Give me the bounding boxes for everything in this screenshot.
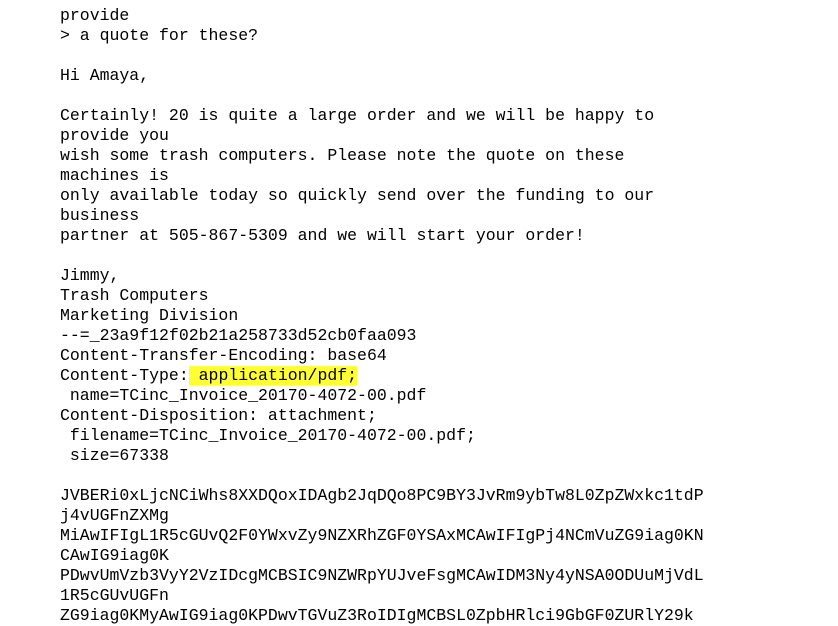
reply-line: provide: [60, 6, 130, 25]
mime-header-line: [60, 466, 830, 486]
reply-line: only available today so quickly send ove…: [60, 186, 655, 205]
signature-line: Trash Computers: [60, 286, 209, 305]
content-type-highlight: application/pdf;: [188, 366, 358, 385]
content-type-label: Content-Type:: [60, 366, 189, 385]
mime-header-line: Content-Transfer-Encoding: base64: [60, 346, 387, 365]
mime-boundary: --=_23a9f12f02b21a258733d52cb0faa093: [60, 326, 417, 345]
reply-line: > a quote for these?: [60, 26, 259, 45]
reply-line: provide you: [60, 126, 169, 145]
reply-line: [60, 246, 830, 266]
signature-line: Jimmy,: [60, 266, 120, 285]
reply-line: partner at 505-867-5309 and we will star…: [60, 226, 585, 245]
base64-line: CAwIG9iag0K: [60, 546, 169, 565]
mime-header-line: name=TCinc_Invoice_20170-4072-00.pdf: [60, 386, 427, 405]
base64-line: PDwvUmVzb3VyY2VzIDcgMCBSIC9NZWRpYUJveFsg…: [60, 566, 704, 585]
base64-line: JVBERi0xLjcNCiWhs8XXDQoxIDAgb2JqDQo8PC9B…: [60, 486, 704, 505]
base64-line: ZG9iag0KMyAwIG9iag0KPDwvTGVuZ3RoIDIgMCBS…: [60, 606, 694, 625]
reply-line: [60, 86, 830, 106]
mime-header-line: size=67338: [60, 446, 169, 465]
mime-header-line: filename=TCinc_Invoice_20170-4072-00.pdf…: [60, 426, 476, 445]
content-type-header: Content-Type: application/pdf;: [60, 366, 830, 386]
reply-line: [60, 46, 830, 66]
email-source-view: provide > a quote for these? Hi Amaya, C…: [60, 6, 830, 626]
reply-line: machines is: [60, 166, 169, 185]
base64-line: MiAwIFIgL1R5cGUvQ2F0YWxvZy9NZXRhZGF0YSAx…: [60, 526, 704, 545]
base64-line: j4vUGFnZXMg: [60, 506, 169, 525]
reply-line: Certainly! 20 is quite a large order and…: [60, 106, 655, 125]
reply-line: business: [60, 206, 140, 225]
signature-line: Marketing Division: [60, 306, 239, 325]
reply-line: wish some trash computers. Please note t…: [60, 146, 625, 165]
base64-line: 1R5cGUvUGFn: [60, 586, 169, 605]
reply-line: Hi Amaya,: [60, 66, 150, 85]
mime-header-line: Content-Disposition: attachment;: [60, 406, 377, 425]
